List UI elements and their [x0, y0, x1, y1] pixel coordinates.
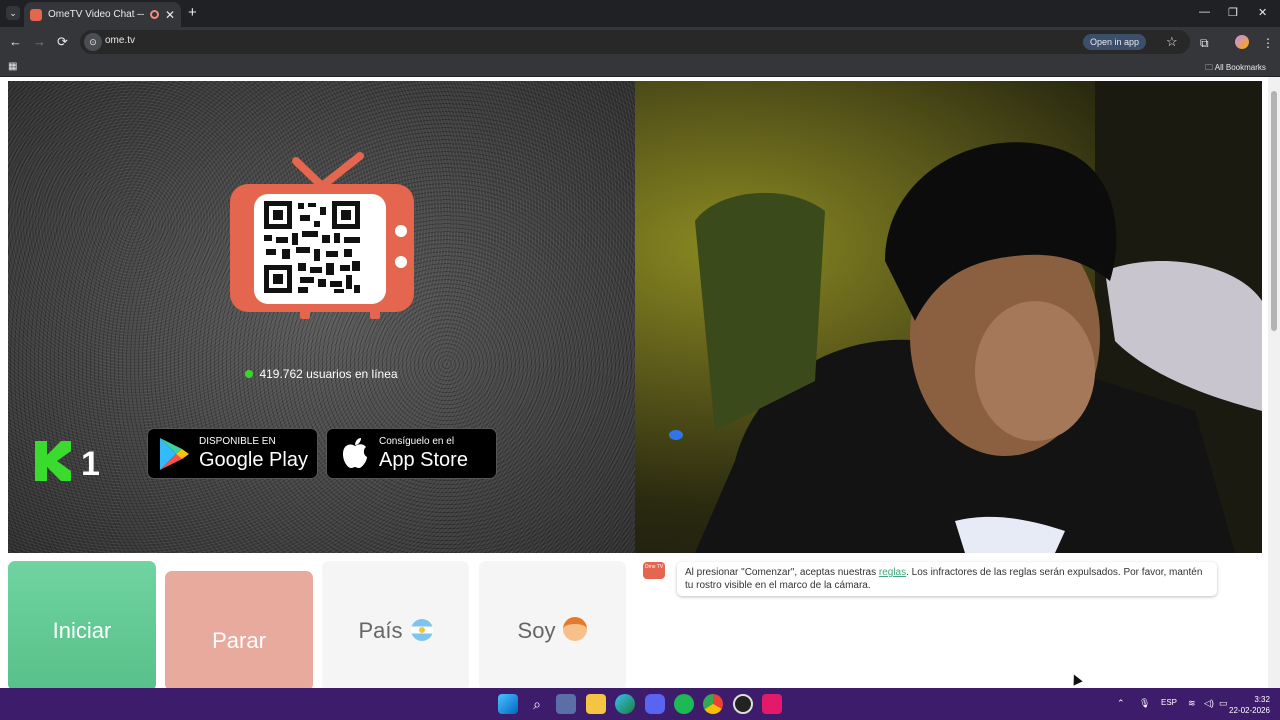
tray-overflow-icon[interactable]: ⌃ — [1117, 698, 1125, 709]
webcam-person-image — [669, 81, 1262, 553]
chat-panel: Ome TV Al presionar "Comenzar", aceptas … — [635, 553, 1262, 688]
google-play-small-text: DISPONIBLE EN — [199, 436, 276, 447]
gender-selector[interactable]: Soy — [479, 561, 626, 691]
language-indicator[interactable]: ESP — [1161, 698, 1177, 707]
stop-button[interactable]: Parar — [165, 571, 313, 691]
edge-icon[interactable] — [615, 694, 635, 714]
wifi-icon[interactable]: ≋ — [1188, 698, 1196, 709]
gender-label: Soy — [517, 618, 556, 643]
system-message: Al presionar "Comenzar", aceptas nuestra… — [677, 562, 1217, 596]
close-window-button[interactable]: ✕ — [1258, 6, 1267, 19]
google-play-big-text: Google Play — [199, 449, 308, 471]
scrollbar-thumb[interactable] — [1271, 91, 1277, 331]
ometv-qr-tv-logo — [230, 152, 414, 319]
clock[interactable]: 3:32 22-02-2026 — [1229, 694, 1270, 716]
self-camera-video — [635, 81, 1262, 553]
online-status-icon — [245, 370, 254, 378]
restore-button[interactable]: ❐ — [1228, 6, 1238, 19]
microphone-icon[interactable]: 🎙 — [1139, 698, 1150, 709]
argentina-flag-icon — [410, 619, 433, 641]
url-text[interactable]: ome.tv — [105, 35, 135, 46]
app-store-small-text: Consíguelo en el — [379, 436, 455, 447]
tab-list-button[interactable]: ⌄ — [6, 6, 20, 20]
reload-button[interactable]: ⟳ — [57, 34, 68, 50]
battery-icon[interactable]: ▭ — [1219, 698, 1228, 709]
address-bar[interactable]: ⊙ ome.tv Open in app ☆ — [80, 30, 1190, 54]
online-users-count: 419.762 usuarios en línea — [259, 367, 398, 381]
app-store-big-text: App Store — [379, 449, 468, 471]
recording-icon — [149, 10, 159, 19]
online-users: 419.762 usuarios en línea — [8, 367, 635, 381]
all-bookmarks-link[interactable]: 🗀 All Bookmarks — [1205, 62, 1266, 76]
bookmark-star-icon[interactable]: ☆ — [1166, 34, 1178, 50]
windows-start-icon[interactable] — [498, 694, 518, 714]
tab-title: OmeTV Video Chat — Ome — [48, 9, 144, 20]
forward-button[interactable]: → — [33, 34, 46, 49]
obs-icon[interactable] — [733, 694, 753, 714]
ometv-favicon-icon — [30, 8, 42, 21]
search-icon[interactable]: ⌕ — [527, 694, 547, 714]
discord-icon[interactable] — [645, 694, 665, 714]
chrome-icon[interactable] — [703, 694, 723, 714]
minimize-button[interactable]: — — [1199, 6, 1210, 18]
browser-toolbar: ← → ⟳ ⊙ ome.tv Open in app ☆ ⧉ ⋮ — [0, 27, 1280, 57]
apple-icon — [343, 438, 367, 468]
country-selector[interactable]: País — [322, 561, 469, 691]
k1-logo: 1 — [35, 441, 100, 481]
back-button[interactable]: ← — [9, 34, 22, 49]
menu-icon[interactable]: ⋮ — [1262, 36, 1274, 50]
clock-time: 3:32 — [1254, 695, 1270, 704]
windows-taskbar: ⌕ ⌃ 🎙 ESP ≋ ◁) ▭ 3:32 22-02-2026 — [0, 688, 1280, 720]
browser-tab[interactable]: OmeTV Video Chat — Ome ✕ — [24, 2, 181, 27]
extensions-icon[interactable]: ⧉ — [1200, 36, 1209, 51]
volume-icon[interactable]: ◁) — [1204, 698, 1214, 709]
bookmarks-bar: ▦ 🗀 All Bookmarks — [0, 57, 1280, 77]
page-content: 419.762 usuarios en línea 1 DISPONIBLE E… — [0, 77, 1280, 691]
app-store-button[interactable]: Consíguelo en el App Store — [326, 428, 497, 479]
rules-link[interactable]: reglas — [879, 567, 906, 578]
country-label: País — [358, 618, 403, 643]
start-button[interactable]: Iniciar — [8, 561, 156, 691]
stranger-video-placeholder: 419.762 usuarios en línea 1 DISPONIBLE E… — [8, 81, 635, 553]
open-in-app-button[interactable]: Open in app — [1083, 34, 1147, 50]
google-play-icon — [160, 438, 189, 470]
clock-date: 22-02-2026 — [1229, 706, 1270, 715]
svg-text:1: 1 — [81, 445, 100, 481]
tab-close-icon[interactable]: ✕ — [165, 8, 175, 22]
tiktok-icon[interactable] — [762, 694, 782, 714]
ometv-chat-logo: Ome TV — [643, 562, 665, 579]
google-play-button[interactable]: DISPONIBLE EN Google Play — [147, 428, 318, 479]
file-explorer-icon[interactable] — [586, 694, 606, 714]
new-tab-button[interactable]: + — [188, 4, 197, 21]
spotify-icon[interactable] — [674, 694, 694, 714]
profile-avatar[interactable] — [1235, 35, 1249, 49]
apps-grid-icon[interactable]: ▦ — [8, 61, 17, 72]
boy-avatar-icon — [563, 617, 588, 641]
page-scrollbar[interactable] — [1268, 77, 1280, 688]
tab-bar: ⌄ OmeTV Video Chat — Ome ✕ + — ❐ ✕ — [0, 0, 1280, 27]
store-icon[interactable] — [556, 694, 576, 714]
site-info-icon[interactable]: ⊙ — [84, 33, 102, 51]
